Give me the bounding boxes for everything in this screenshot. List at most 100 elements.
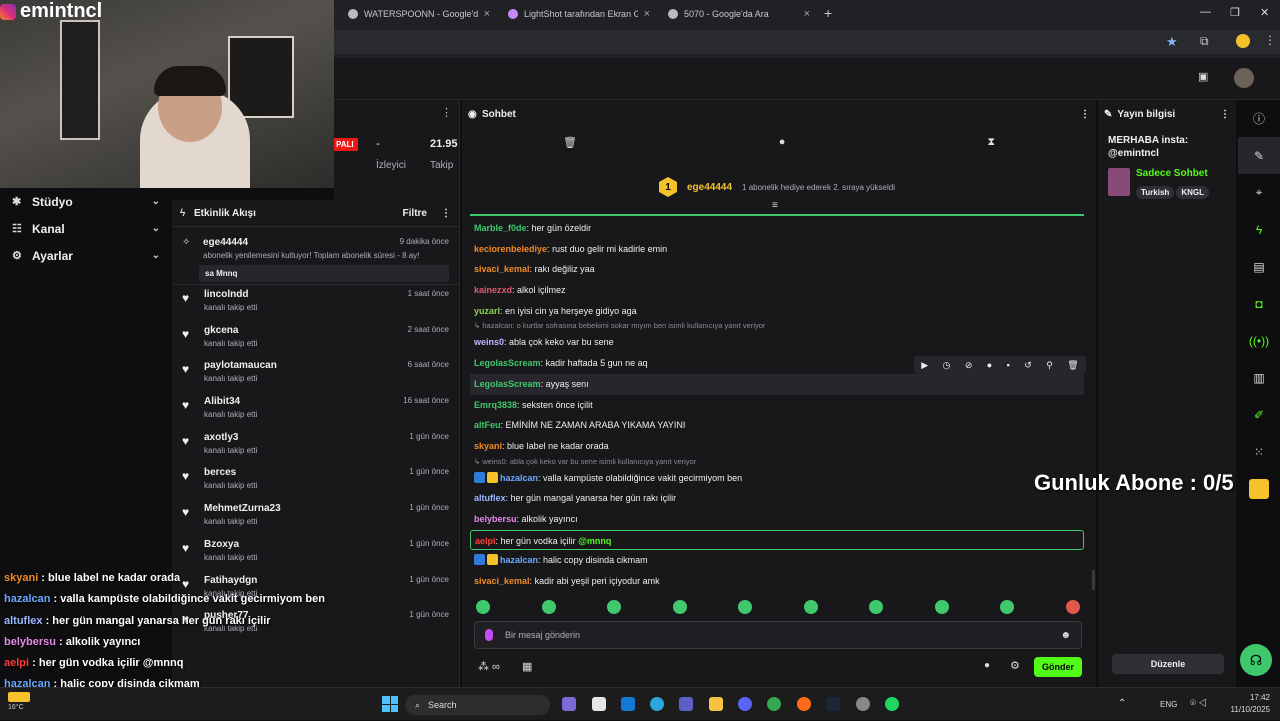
chat-username[interactable]: altFeu xyxy=(474,420,501,430)
chevron-up-icon[interactable]: ⌃ xyxy=(1118,698,1126,709)
emote-icon[interactable] xyxy=(1000,600,1015,614)
chat-username[interactable]: altuflex xyxy=(474,493,506,503)
store-icon[interactable]: ▦ xyxy=(522,660,532,673)
wrench-icon[interactable]: ✐ xyxy=(1238,396,1280,433)
user-avatar[interactable] xyxy=(1234,68,1254,88)
filter-button[interactable]: Filtre xyxy=(403,208,427,219)
kick-logo-icon[interactable]: ▣ xyxy=(1198,70,1208,83)
trash-icon[interactable]: 🗑 xyxy=(563,136,577,149)
nav-item-settings[interactable]: ⚙ Ayarlar ⌄ xyxy=(0,242,172,269)
steam-icon[interactable] xyxy=(826,697,840,711)
chat-username[interactable]: hazalcan xyxy=(500,473,538,483)
close-icon[interactable]: × xyxy=(644,8,650,20)
chat-bubble-icon[interactable]: ● xyxy=(779,136,786,148)
bolt-icon[interactable]: ϟ xyxy=(1238,211,1280,248)
undo-icon[interactable]: ↺ xyxy=(1024,360,1032,371)
bookmark-star-icon[interactable]: ★ xyxy=(1166,34,1178,50)
profile-avatar[interactable] xyxy=(1236,34,1250,48)
menu-icon[interactable]: ⋮ xyxy=(1264,33,1276,47)
chat-username[interactable]: LegolasScream xyxy=(474,379,541,389)
emote-icon[interactable] xyxy=(541,600,556,614)
category-name[interactable]: Sadece Sohbet xyxy=(1136,168,1211,179)
target-icon[interactable]: ⌖ xyxy=(1238,174,1280,211)
discord-icon[interactable] xyxy=(738,697,752,711)
layout-icon[interactable]: ▥ xyxy=(1238,359,1280,396)
minimize-icon[interactable]: — xyxy=(1200,6,1211,18)
chrome-icon[interactable] xyxy=(767,697,781,711)
help-headset-icon[interactable]: ☊ xyxy=(1240,644,1272,676)
chat-username[interactable]: skyani xyxy=(474,441,502,451)
taskbar-search[interactable]: ⌕ Search xyxy=(405,695,550,715)
edge-icon[interactable] xyxy=(650,697,664,711)
chat-username[interactable]: LegolasScream xyxy=(474,358,541,368)
language-indicator[interactable]: ENG xyxy=(1160,700,1177,709)
scrollbar[interactable] xyxy=(1092,570,1095,590)
network-volume-icon[interactable]: ⌾ ◁ xyxy=(1190,698,1207,709)
hourglass-icon[interactable]: ⧗ xyxy=(987,136,995,149)
activity-user[interactable]: berces xyxy=(204,467,236,478)
chat-username[interactable]: weins0 xyxy=(474,337,504,347)
activity-user[interactable]: Bzoxya xyxy=(204,539,239,550)
activity-user[interactable]: MehmetZurna23 xyxy=(204,503,281,514)
emote-icon[interactable] xyxy=(934,600,949,614)
dots-icon[interactable]: ⁙ xyxy=(1238,433,1280,470)
windows-start-icon[interactable] xyxy=(382,696,398,712)
activity-user[interactable]: gkcena xyxy=(204,325,238,336)
app-icon[interactable] xyxy=(856,697,870,711)
close-icon[interactable]: × xyxy=(804,8,810,20)
extensions-icon[interactable]: ⧉ xyxy=(1200,34,1209,49)
event-user[interactable]: ege44444 xyxy=(203,237,248,248)
send-button[interactable]: Gönder xyxy=(1034,657,1082,677)
chat-username[interactable]: keciorenbelediye xyxy=(474,244,547,254)
browser-tab[interactable]: 5070 - Google'da Ara × xyxy=(660,4,818,24)
copy-icon[interactable]: ▪ xyxy=(1007,360,1010,370)
info-icon[interactable]: ⓘ xyxy=(1238,100,1280,137)
pinned-user[interactable]: ege44444 xyxy=(687,182,732,193)
outlook-icon[interactable] xyxy=(621,697,635,711)
close-window-icon[interactable]: ✕ xyxy=(1260,6,1269,19)
broadcast-icon[interactable]: ((•)) xyxy=(1238,322,1280,359)
nav-item-studio[interactable]: ✱ Stüdyo ⌄ xyxy=(0,188,172,215)
nav-item-channel[interactable]: ☷ Kanal ⌄ xyxy=(0,215,172,242)
panel-menu-icon[interactable]: ⋮ xyxy=(334,106,460,120)
browser-tab[interactable]: LightShot tarafından Ekran Gör × xyxy=(500,4,658,24)
emote-icon[interactable] xyxy=(869,600,884,614)
new-tab-button[interactable]: + xyxy=(824,5,832,21)
hide-icon[interactable]: ⊘ xyxy=(965,360,973,371)
chat-username[interactable]: aelpi xyxy=(475,536,496,546)
panel-menu-icon[interactable]: ⋮ xyxy=(1220,109,1230,120)
chat-input[interactable]: Bir mesaj gönderin ☻ xyxy=(474,621,1082,649)
teams-icon[interactable] xyxy=(679,697,693,711)
weather-icon[interactable] xyxy=(8,692,30,702)
chat-username[interactable]: hazalcan xyxy=(500,555,538,565)
pencil-icon[interactable]: ✎ xyxy=(1238,137,1280,174)
browser-tab[interactable]: WATERSPOONN - Google'da Ar× xyxy=(340,4,498,24)
timeout-icon[interactable]: ◷ xyxy=(943,360,951,371)
collapse-icon[interactable]: ≡ xyxy=(772,200,778,211)
emoji-icon[interactable]: ☻ xyxy=(1060,630,1071,641)
settings-dots-icon[interactable]: ⁂ ∞ xyxy=(478,660,500,673)
emote-icon[interactable] xyxy=(1065,600,1080,614)
chat-bubble-icon[interactable]: ● xyxy=(984,660,990,671)
chat-username[interactable]: sivaci_kemal xyxy=(474,264,530,274)
panel-menu-icon[interactable]: ⋮ xyxy=(441,208,451,219)
chat-username[interactable]: yuzarl xyxy=(474,306,500,316)
gift-icon[interactable] xyxy=(1238,470,1280,507)
emote-icon[interactable] xyxy=(607,600,622,614)
chat-username[interactable]: Emrq3838 xyxy=(474,400,517,410)
emote-icon[interactable] xyxy=(803,600,818,614)
address-bar[interactable] xyxy=(334,30,1280,54)
activity-user[interactable]: Alibit34 xyxy=(204,396,240,407)
store-icon[interactable] xyxy=(592,697,606,711)
activity-user[interactable]: lincolndd xyxy=(204,289,248,300)
pin-icon[interactable]: ⚲ xyxy=(1046,360,1053,371)
app-icon[interactable] xyxy=(562,697,576,711)
emote-icon[interactable] xyxy=(672,600,687,614)
reply-icon[interactable]: ● xyxy=(987,360,992,370)
chat-username[interactable]: Marble_f0de xyxy=(474,223,527,233)
panel-menu-icon[interactable]: ⋮ xyxy=(1080,109,1090,120)
spotify-icon[interactable] xyxy=(885,697,899,711)
emote-icon[interactable] xyxy=(738,600,753,614)
activity-user[interactable]: axotly3 xyxy=(204,432,238,443)
edit-button[interactable]: Düzenle xyxy=(1112,654,1224,674)
